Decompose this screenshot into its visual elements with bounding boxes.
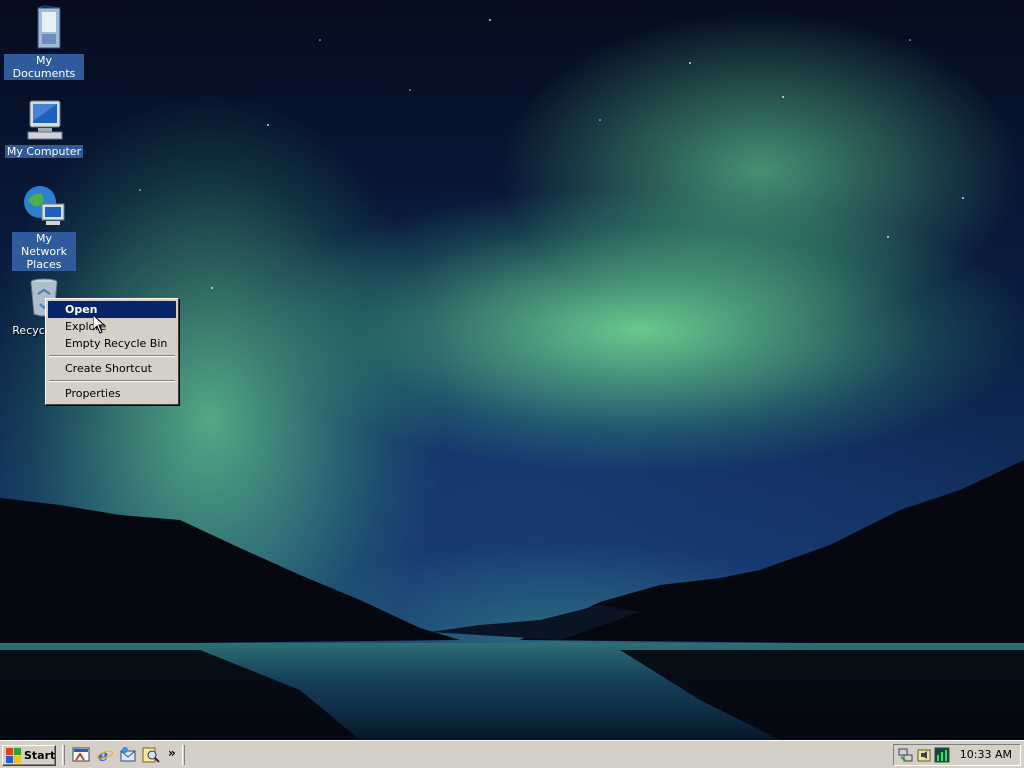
menu-separator <box>49 355 175 357</box>
recycle-bin-context-menu: Open Explore Empty Recycle Bin Create Sh… <box>45 298 179 405</box>
start-button[interactable]: Start <box>2 745 56 766</box>
my-network-places-icon-item[interactable]: My Network Places <box>4 182 84 271</box>
menu-separator <box>49 380 175 382</box>
my-documents-icon-item[interactable]: My Documents <box>4 4 84 80</box>
desktop-icon-label: My Documents <box>4 54 84 80</box>
my-computer-icon-item[interactable]: My Computer <box>4 95 84 158</box>
computer-icon <box>27 100 63 140</box>
internet-explorer-icon[interactable]: e <box>96 746 114 764</box>
taskbar-grip[interactable] <box>182 745 185 765</box>
start-label: Start <box>24 749 56 762</box>
desktop[interactable]: My Documents My Computer My Network Plac… <box>0 0 1024 740</box>
task-manager-icon[interactable] <box>934 747 950 763</box>
menu-item-explore[interactable]: Explore <box>48 318 176 335</box>
network-globe-icon <box>24 186 65 225</box>
menu-item-empty-recycle-bin[interactable]: Empty Recycle Bin <box>48 335 176 352</box>
network-icon[interactable] <box>898 747 914 763</box>
quick-launch-chevron[interactable]: » <box>168 746 176 760</box>
volume-icon[interactable] <box>916 747 932 763</box>
outlook-express-icon[interactable] <box>119 746 137 764</box>
show-desktop-icon[interactable] <box>72 746 90 764</box>
menu-item-properties[interactable]: Properties <box>48 385 176 402</box>
search-icon[interactable] <box>142 746 160 764</box>
desktop-icon-label: My Network Places <box>12 232 76 271</box>
folder-documents-icon <box>37 5 61 49</box>
desktop-icon-label: My Computer <box>4 145 84 158</box>
system-tray: 10:33 AM <box>893 744 1021 766</box>
mouse-cursor-icon <box>93 315 105 334</box>
menu-item-open[interactable]: Open <box>48 301 176 318</box>
windows-flag-icon <box>6 748 21 763</box>
menu-item-create-shortcut[interactable]: Create Shortcut <box>48 360 176 377</box>
quick-launch-grip[interactable] <box>62 745 65 765</box>
taskbar: Start e » 10:33 AM <box>0 740 1024 768</box>
clock[interactable]: 10:33 AM <box>960 748 1012 761</box>
